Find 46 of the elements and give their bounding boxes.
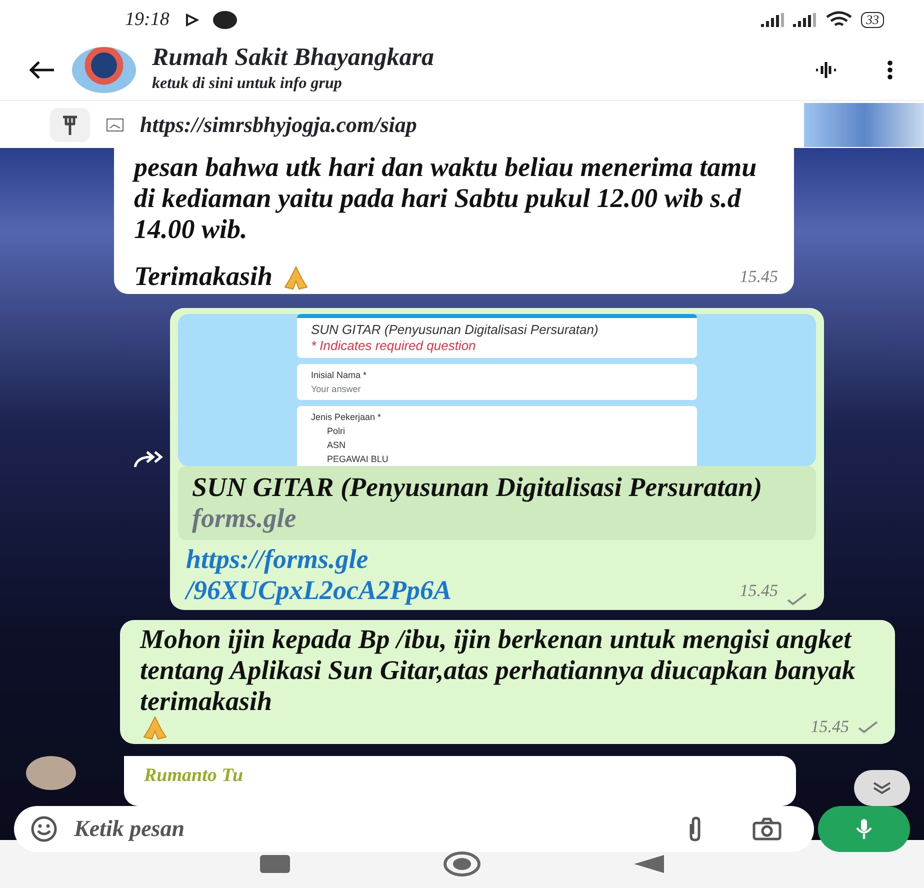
camera-icon[interactable] bbox=[752, 817, 782, 841]
group-name[interactable]: Rumah Sakit Bhayangkara bbox=[152, 44, 434, 72]
form-question: Inisial Nama * bbox=[311, 369, 368, 382]
message-text: Mohon ijin kepada Bp /ibu, ijin berkenan untuk mengisi angket tentang Aplikasi Sun Gitar,atas perhatiannya diucapkan banyak terimakasih bbox=[140, 624, 856, 717]
link-domain: forms.gle bbox=[192, 503, 298, 534]
battery-level: 33 bbox=[861, 12, 884, 28]
message-input[interactable]: Ketik pesan bbox=[14, 806, 814, 852]
form-note: * Indicates required question bbox=[311, 338, 477, 354]
link-url[interactable]: /96XUCpxL2ocA2Pp6A bbox=[186, 575, 452, 606]
microphone-button[interactable] bbox=[818, 806, 910, 852]
scroll-down-button[interactable] bbox=[854, 770, 910, 806]
answer-field: Your answer bbox=[311, 382, 683, 396]
group-info-hint[interactable]: ketuk di sini untuk info grup bbox=[152, 72, 434, 96]
play-icon bbox=[185, 13, 200, 27]
back-arrow-icon[interactable] bbox=[28, 60, 56, 80]
form-option: Polri bbox=[311, 424, 683, 438]
square-icon[interactable] bbox=[258, 853, 292, 875]
back-triangle-icon[interactable] bbox=[632, 853, 666, 875]
pin-button[interactable] bbox=[50, 108, 90, 142]
link-title[interactable]: SUN GITAR (Penyusunan Digitalisasi Persuratan) bbox=[192, 472, 802, 503]
home-circle-icon[interactable] bbox=[442, 850, 482, 878]
message-text: Terimakasih bbox=[134, 261, 273, 292]
message-time: 15.45 bbox=[810, 716, 849, 738]
microphone-icon bbox=[854, 817, 874, 841]
signal-icon bbox=[761, 13, 785, 27]
message-time: 15.45 bbox=[740, 266, 778, 288]
image-icon bbox=[106, 118, 124, 132]
form-question: Jenis Pekerjaan * bbox=[311, 411, 382, 424]
message-text: pesan bahwa utk hari dan waktu beliau menerima tamu di kediaman yaitu pada hari Sabtu pukul 12.00 wib s.d 14.00 wib. bbox=[134, 152, 758, 245]
pin-icon bbox=[61, 114, 79, 134]
form-title: SUN GITAR (Penyusunan Digitalisasi Persuratan) bbox=[311, 322, 600, 338]
link-preview-card[interactable]: SUN GITAR (Penyusunan Digitalisasi Persuratan) forms.gle bbox=[178, 466, 816, 540]
form-option: PEGAWAI BLU bbox=[311, 452, 683, 466]
form-option: ASN bbox=[311, 438, 683, 452]
more-options-icon[interactable] bbox=[886, 60, 894, 80]
pinned-message[interactable]: https://simrsbhyjogja.com/siap bbox=[140, 108, 417, 141]
circle-icon bbox=[211, 10, 240, 30]
double-chevron-icon bbox=[872, 781, 892, 795]
wifi-icon bbox=[825, 11, 853, 29]
message-time: 15.45 bbox=[740, 580, 778, 602]
emoji-icon[interactable] bbox=[30, 815, 58, 843]
signal-icon bbox=[793, 13, 817, 27]
link-url[interactable]: https://forms.gle bbox=[186, 544, 452, 575]
sender-avatar[interactable] bbox=[26, 756, 76, 790]
voice-wave-icon[interactable] bbox=[814, 60, 838, 80]
status-time: 19:18 bbox=[125, 8, 170, 32]
